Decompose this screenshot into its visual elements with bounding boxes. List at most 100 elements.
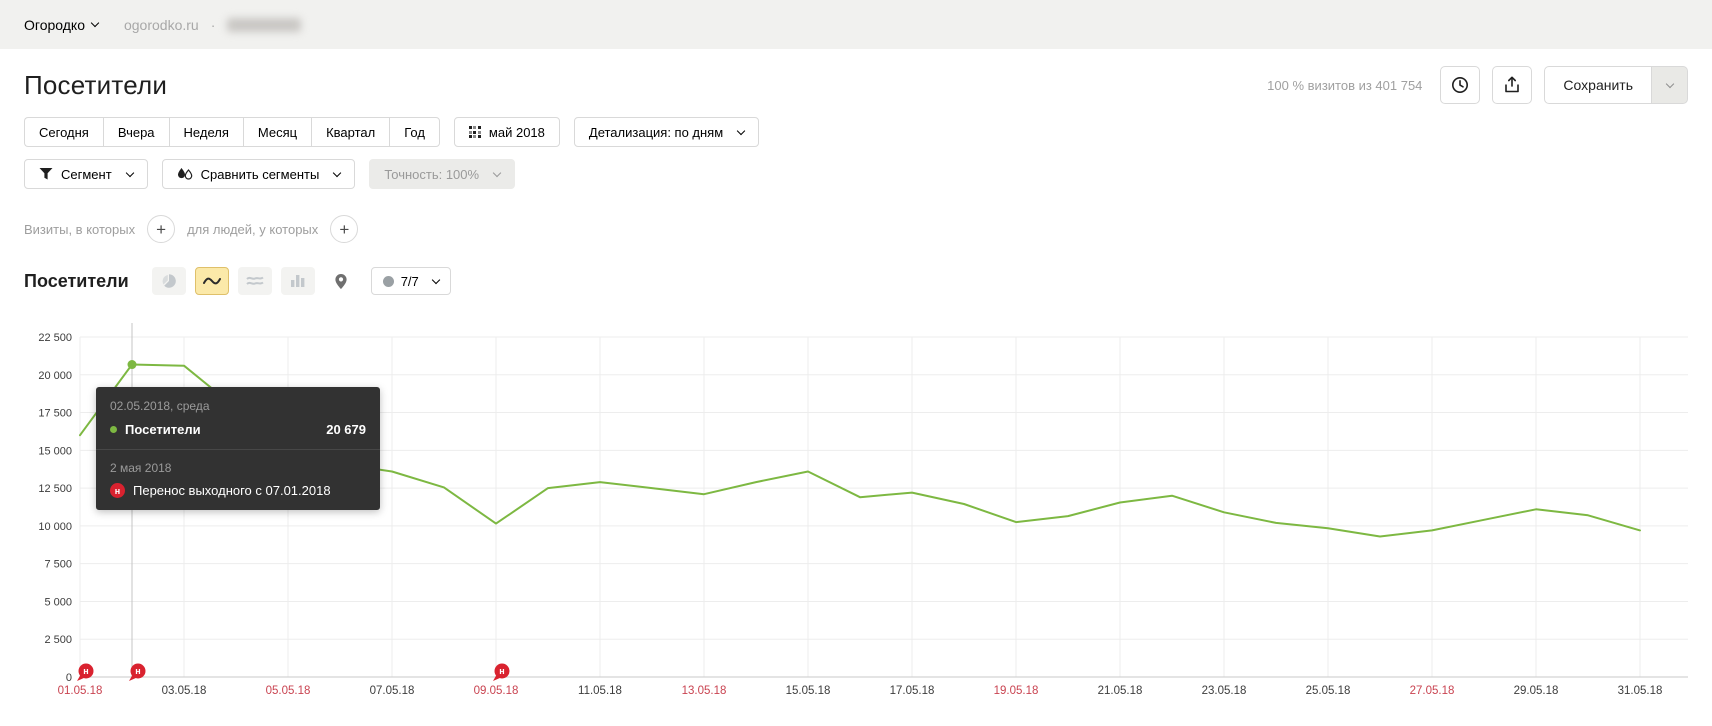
compare-drops-icon <box>177 168 192 180</box>
history-button[interactable] <box>1440 66 1481 104</box>
x-axis-label: 23.05.18 <box>1202 685 1247 697</box>
highlighted-point[interactable] <box>127 360 137 370</box>
x-axis-label: 13.05.18 <box>682 685 727 697</box>
y-axis-label: 22 500 <box>38 332 72 344</box>
map-pin-icon <box>335 273 347 289</box>
holiday-marker[interactable]: н <box>129 663 146 682</box>
project-name: Огородко <box>24 16 85 33</box>
accuracy-button[interactable]: Точность: 100% <box>369 159 516 189</box>
line-chart-icon <box>202 277 221 285</box>
holiday-badge-icon: н <box>110 483 125 498</box>
x-axis-label: 27.05.18 <box>1410 685 1455 697</box>
y-axis-label: 10 000 <box>38 521 72 533</box>
map-view-button[interactable] <box>324 267 358 295</box>
x-axis-label: 31.05.18 <box>1618 685 1663 697</box>
chevron-down-icon <box>90 18 100 28</box>
detalization-button[interactable]: Детализация: по дням <box>573 117 760 147</box>
calendar-grid-icon <box>468 126 481 138</box>
period-tab-3[interactable]: Месяц <box>242 117 312 147</box>
project-switcher[interactable]: Огородко <box>24 16 100 33</box>
export-button[interactable] <box>1492 66 1533 104</box>
chevron-down-icon <box>492 168 502 177</box>
bar-chart-icon <box>290 275 305 287</box>
chevron-down-icon <box>125 168 134 177</box>
add-people-filter-button[interactable]: + <box>330 215 359 243</box>
chart-title: Посетители <box>24 270 129 291</box>
chart-type-area-button[interactable] <box>237 267 272 295</box>
compare-segments-button[interactable]: Сравнить сегменты <box>161 159 356 189</box>
stacked-area-icon <box>245 276 264 285</box>
period-tab-4[interactable]: Квартал <box>311 117 390 147</box>
x-axis-label: 07.05.18 <box>370 685 415 697</box>
people-filter-label: для людей, у которых <box>187 221 319 237</box>
visitors-chart[interactable]: 0 2 500 5 000 7 500 10 000 12 500 15 000 17 500… <box>24 305 1688 702</box>
add-visits-filter-button[interactable]: + <box>147 215 176 243</box>
tooltip-metric-name: Посетители <box>125 422 201 437</box>
x-axis-label: 25.05.18 <box>1306 685 1351 697</box>
annotations-count: 7/7 <box>400 273 419 289</box>
x-axis-label: 17.05.18 <box>890 685 935 697</box>
y-axis-label: 20 000 <box>38 370 72 382</box>
tooltip-annotation-date: 2 мая 2018 <box>110 461 172 475</box>
marker-letter: н <box>135 666 140 676</box>
segment-label: Сегмент <box>61 166 112 182</box>
chevron-down-icon <box>431 275 441 284</box>
date-range-button[interactable]: май 2018 <box>453 117 560 147</box>
site-domain: ogorodko.ru <box>123 16 199 33</box>
x-axis-label: 05.05.18 <box>266 685 311 697</box>
marker-letter: н <box>499 666 504 676</box>
marker-letter: н <box>83 666 88 676</box>
tooltip-annotation-text: Перенос выходного с 07.01.2018 <box>133 483 331 498</box>
series-bullet-icon <box>110 426 117 433</box>
visits-summary: 100 % визитов из 401 754 <box>1267 77 1423 93</box>
export-icon <box>1505 76 1520 93</box>
x-axis-label: 03.05.18 <box>162 685 207 697</box>
detalization-label: Детализация: по дням <box>588 124 724 140</box>
x-axis-label: 29.05.18 <box>1514 685 1559 697</box>
x-axis-label: 09.05.18 <box>474 685 519 697</box>
period-tab-1[interactable]: Вчера <box>102 117 169 147</box>
chevron-down-icon <box>736 126 746 135</box>
chart-type-bar-button[interactable] <box>280 267 315 295</box>
y-axis-label: 7 500 <box>44 559 72 571</box>
annotations-button[interactable]: 7/7 <box>370 267 451 295</box>
accuracy-label: Точность: 100% <box>384 166 480 182</box>
pie-chart-icon <box>162 274 176 288</box>
period-tab-5[interactable]: Год <box>389 117 440 147</box>
y-axis-label: 5 000 <box>44 596 72 608</box>
page-title: Посетители <box>24 69 168 100</box>
chart-tooltip: 02.05.2018, среда Посетители 20 679 2 ма… <box>96 387 380 510</box>
comment-icon <box>382 275 394 287</box>
date-range-label: май 2018 <box>488 124 545 140</box>
chart-type-line-button[interactable] <box>194 267 229 295</box>
visits-filter-label: Визиты, в которых <box>24 221 136 237</box>
y-axis-label: 15 000 <box>38 445 72 457</box>
chart-type-pie-button[interactable] <box>151 267 186 295</box>
holiday-marker[interactable]: н <box>493 663 510 682</box>
x-axis-label: 01.05.18 <box>58 685 103 697</box>
y-axis-label: 0 <box>66 672 72 684</box>
period-tab-2[interactable]: Неделя <box>168 117 243 147</box>
chevron-down-icon <box>333 168 342 177</box>
x-axis-label: 21.05.18 <box>1098 685 1143 697</box>
segment-button[interactable]: Сегмент <box>24 159 148 189</box>
save-split-button: Сохранить <box>1544 66 1688 104</box>
tooltip-date: 02.05.2018, среда <box>110 399 210 413</box>
x-axis-label: 11.05.18 <box>578 685 622 697</box>
y-axis-label: 17 500 <box>38 408 72 420</box>
main-content: Посетители 100 % визитов из 401 754 Сохр… <box>0 65 1712 702</box>
clock-icon <box>1452 77 1469 93</box>
period-tab-0[interactable]: Сегодня <box>24 117 103 147</box>
save-button[interactable]: Сохранить <box>1544 66 1652 104</box>
holiday-marker[interactable]: н <box>77 663 94 682</box>
chevron-down-icon <box>1665 79 1674 89</box>
counter-id-blurred <box>227 17 302 32</box>
period-tab-group: Сегодня Вчера Неделя Месяц Квартал Год <box>24 117 440 147</box>
compare-segments-label: Сравнить сегменты <box>200 166 320 182</box>
x-axis-label: 15.05.18 <box>786 685 831 697</box>
y-axis-label: 2 500 <box>44 634 72 646</box>
x-axis-label: 19.05.18 <box>994 685 1039 697</box>
tooltip-divider <box>96 449 380 450</box>
y-axis-label: 12 500 <box>38 483 72 495</box>
save-dropdown-button[interactable] <box>1652 66 1688 104</box>
